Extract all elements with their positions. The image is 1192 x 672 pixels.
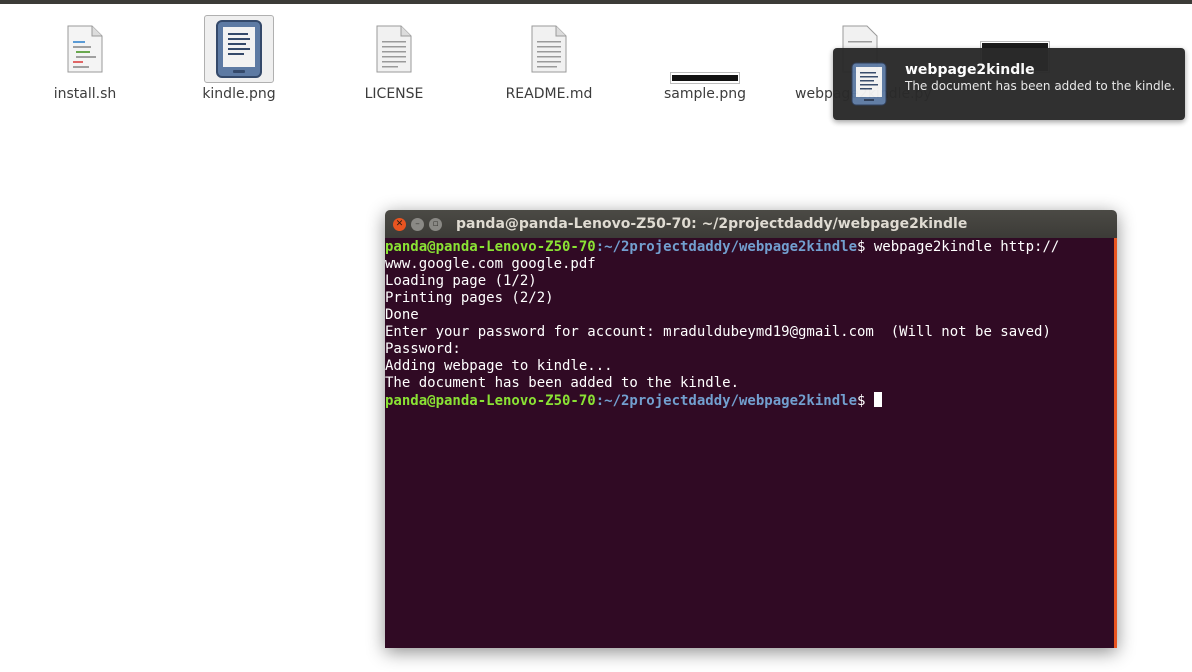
terminal-line: Done xyxy=(385,307,419,323)
close-icon[interactable]: ✕ xyxy=(393,217,406,231)
image-thumbnail-icon xyxy=(640,14,770,84)
kindle-image-icon xyxy=(204,15,274,83)
file-readme-md[interactable]: README.md xyxy=(484,14,614,102)
terminal-line: Enter your password for account: mraduld… xyxy=(385,324,1051,340)
prompt-path: :~/2projectdaddy/webpage2kindle xyxy=(595,239,858,255)
command-text: webpage2kindle http:// xyxy=(873,239,1060,255)
prompt-suffix: $ xyxy=(857,393,874,409)
file-kindle-png[interactable]: kindle.png xyxy=(174,14,304,102)
notification-bubble[interactable]: webpage2kindle The document has been add… xyxy=(833,48,1185,120)
terminal-line: Loading page (1/2) xyxy=(385,273,537,289)
notification-title: webpage2kindle xyxy=(905,62,1035,78)
terminal-title: panda@panda-Lenovo-Z50-70: ~/2projectdad… xyxy=(456,216,968,232)
file-sample-png[interactable]: sample.png xyxy=(640,14,770,102)
shell-script-icon xyxy=(20,14,150,84)
file-name-label: kindle.png xyxy=(202,86,276,102)
prompt-suffix: $ xyxy=(857,239,874,255)
prompt-path: :~/2projectdaddy/webpage2kindle xyxy=(595,393,858,409)
notification-body: The document has been added to the kindl… xyxy=(905,79,1176,93)
file-name-label: README.md xyxy=(505,86,593,102)
terminal-line: www.google.com google.pdf xyxy=(385,256,596,272)
terminal-line: The document has been added to the kindl… xyxy=(385,375,740,391)
terminal-line: Printing pages (2/2) xyxy=(385,290,554,306)
terminal-line: panda@panda-Lenovo-Z50-70:~/2projectdadd… xyxy=(385,392,1114,409)
text-cursor xyxy=(873,392,882,407)
minimize-icon[interactable]: – xyxy=(411,217,424,231)
text-document-icon xyxy=(329,14,459,84)
terminal-line: Adding webpage to kindle... xyxy=(385,358,613,374)
kindle-app-icon xyxy=(851,62,887,110)
maximize-icon[interactable]: ▫ xyxy=(429,217,442,231)
file-install-sh[interactable]: install.sh xyxy=(20,14,150,102)
file-name-label: install.sh xyxy=(53,86,117,102)
top-panel-strip xyxy=(0,0,1192,4)
prompt-user: panda@panda-Lenovo-Z50-70 xyxy=(385,393,596,409)
prompt-user: panda@panda-Lenovo-Z50-70 xyxy=(385,239,596,255)
terminal-line: panda@panda-Lenovo-Z50-70:~/2projectdadd… xyxy=(385,239,1114,256)
terminal-titlebar[interactable]: ✕ – ▫ panda@panda-Lenovo-Z50-70: ~/2proj… xyxy=(385,210,1117,238)
markdown-document-icon xyxy=(484,14,614,84)
file-name-label: LICENSE xyxy=(364,86,424,102)
file-name-label: sample.png xyxy=(664,86,746,102)
terminal-window[interactable]: ✕ – ▫ panda@panda-Lenovo-Z50-70: ~/2proj… xyxy=(385,210,1117,648)
file-license[interactable]: LICENSE xyxy=(329,14,459,102)
terminal-line: Password: xyxy=(385,341,461,357)
terminal-screen[interactable]: panda@panda-Lenovo-Z50-70:~/2projectdadd… xyxy=(385,238,1117,648)
